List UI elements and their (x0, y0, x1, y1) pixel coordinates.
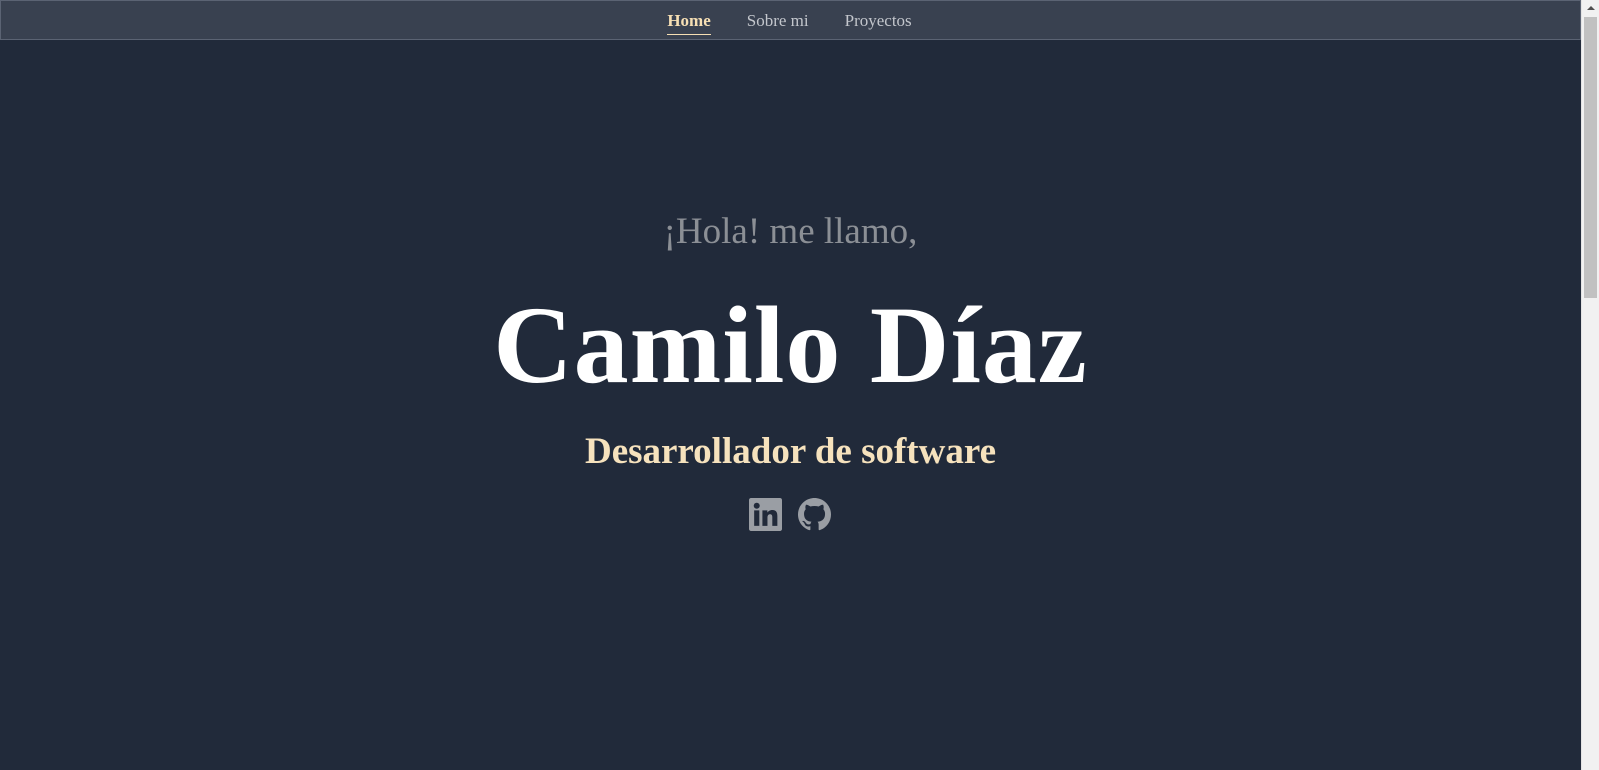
nav-home-link[interactable]: Home (667, 11, 712, 35)
top-navbar: Home Sobre mi Proyectos (0, 0, 1581, 40)
vertical-scrollbar[interactable] (1581, 0, 1599, 770)
role-subtitle: Desarrollador de software (584, 431, 997, 472)
scroll-up-arrow-icon[interactable] (1582, 0, 1599, 17)
hero-section: ¡Hola! me llamo, Camilo Díaz Desarrollad… (0, 40, 1581, 770)
linkedin-link[interactable] (748, 498, 782, 531)
page: Home Sobre mi Proyectos ¡Hola! me llamo,… (0, 0, 1599, 770)
linkedin-icon (748, 498, 782, 531)
nav-sobre-mi-link[interactable]: Sobre mi (747, 11, 809, 31)
nav-proyectos-link[interactable]: Proyectos (845, 11, 912, 31)
name-heading: Camilo Díaz (493, 284, 1088, 406)
nav-links: Home Sobre mi Proyectos (1, 1, 1580, 41)
scroll-thumb[interactable] (1584, 17, 1597, 298)
social-links (0, 498, 1581, 531)
github-link[interactable] (797, 498, 831, 531)
github-icon (797, 498, 831, 531)
greeting-text: ¡Hola! me llamo, (663, 211, 918, 252)
